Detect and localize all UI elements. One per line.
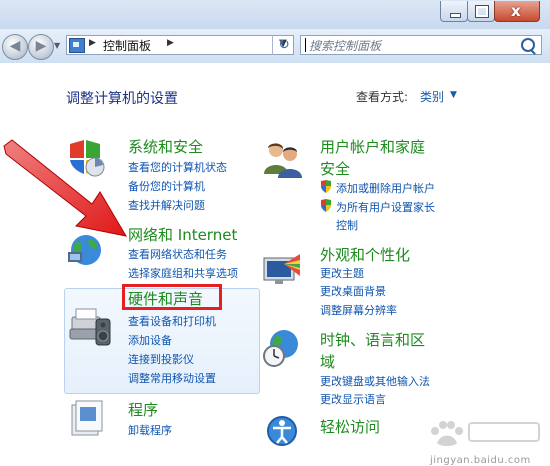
- search-placeholder: 搜索控制面板: [309, 39, 382, 53]
- breadcrumb-separator-icon[interactable]: ▶: [167, 38, 174, 48]
- link-add-remove-accounts[interactable]: 添加或删除用户帐户: [336, 180, 435, 196]
- category-appearance[interactable]: 外观和个性化: [320, 244, 410, 265]
- category-network-internet[interactable]: 网络和 Internet: [128, 224, 237, 245]
- uac-shield-icon: [321, 180, 331, 193]
- maximize-icon: [475, 5, 489, 18]
- title-bar: x: [0, 0, 550, 29]
- search-icon[interactable]: [521, 38, 535, 52]
- link-change-theme[interactable]: 更改主题: [320, 265, 364, 281]
- view-by-chevron-icon[interactable]: ▼: [450, 90, 457, 100]
- users-icon: [264, 143, 302, 178]
- clock-globe-icon: [263, 330, 298, 367]
- refresh-button[interactable]: ↻: [272, 35, 295, 55]
- forward-button[interactable]: ▶: [28, 34, 54, 60]
- link-uninstall-program[interactable]: 卸载程序: [128, 422, 172, 438]
- maximize-button[interactable]: [467, 1, 495, 22]
- link-connect-projector[interactable]: 连接到投影仪: [128, 351, 194, 367]
- category-user-accounts[interactable]: 用户帐户和家庭: [320, 136, 425, 157]
- breadcrumb-control-panel[interactable]: 控制面板: [103, 37, 151, 54]
- printer-speaker-icon: [69, 308, 111, 346]
- uac-shield-icon: [321, 199, 331, 212]
- forward-arrow-icon: ▶: [35, 38, 47, 54]
- page-title: 调整计算机的设置: [66, 91, 178, 107]
- text-cursor: [305, 38, 306, 52]
- watermark-text: jingyan.baidu.com: [430, 455, 531, 466]
- link-screen-resolution[interactable]: 调整屏幕分辨率: [320, 302, 397, 318]
- monitor-palette-icon: [263, 254, 300, 284]
- link-change-keyboard[interactable]: 更改键盘或其他输入法: [320, 373, 430, 389]
- ease-of-access-icon: [267, 416, 297, 446]
- link-change-background[interactable]: 更改桌面背景: [320, 283, 386, 299]
- breadcrumb-separator-icon[interactable]: ▶: [89, 38, 96, 48]
- programs-icon: [71, 400, 103, 436]
- recent-pages-button[interactable]: ▼: [54, 39, 64, 53]
- refresh-icon: ↻: [278, 37, 290, 53]
- baidu-jingyan-logo: [431, 421, 540, 446]
- navigation-toolbar: ◀ ▶ ▼ ▶ 控制面板 ▶ ▼ ↻ 搜索控制面板: [0, 29, 550, 64]
- category-ease-of-access[interactable]: 轻松访问: [320, 416, 380, 437]
- view-by-dropdown[interactable]: 类别: [420, 88, 444, 105]
- link-parental-controls-line2[interactable]: 控制: [336, 217, 358, 233]
- link-parental-controls[interactable]: 为所有用户设置家长: [336, 199, 435, 215]
- link-homegroup-sharing[interactable]: 选择家庭组和共享选项: [128, 265, 238, 281]
- link-mobility-settings[interactable]: 调整常用移动设置: [128, 370, 216, 386]
- back-button[interactable]: ◀: [2, 34, 28, 60]
- control-panel-icon: [69, 38, 85, 53]
- category-clock-language-line2[interactable]: 域: [320, 351, 335, 372]
- annotation-highlight-box: [122, 284, 222, 310]
- minimize-icon: [450, 13, 461, 18]
- category-user-accounts-line2[interactable]: 安全: [320, 158, 350, 179]
- close-icon: x: [511, 2, 521, 20]
- link-add-device[interactable]: 添加设备: [128, 332, 172, 348]
- category-clock-language[interactable]: 时钟、语言和区: [320, 329, 425, 350]
- back-arrow-icon: ◀: [9, 38, 21, 54]
- link-change-display-language[interactable]: 更改显示语言: [320, 391, 386, 407]
- address-bar[interactable]: ▶ 控制面板 ▶ ▼: [66, 35, 294, 55]
- search-box[interactable]: 搜索控制面板: [300, 35, 542, 55]
- link-network-status[interactable]: 查看网络状态和任务: [128, 246, 227, 262]
- category-programs[interactable]: 程序: [128, 399, 158, 420]
- link-view-computer-status[interactable]: 查看您的计算机状态: [128, 159, 227, 175]
- view-by-label: 查看方式:: [356, 90, 409, 104]
- close-button[interactable]: x: [494, 1, 540, 22]
- annotation-red-arrow-icon: [3, 139, 128, 237]
- link-devices-printers[interactable]: 查看设备和打印机: [128, 313, 216, 329]
- minimize-button[interactable]: [440, 1, 468, 22]
